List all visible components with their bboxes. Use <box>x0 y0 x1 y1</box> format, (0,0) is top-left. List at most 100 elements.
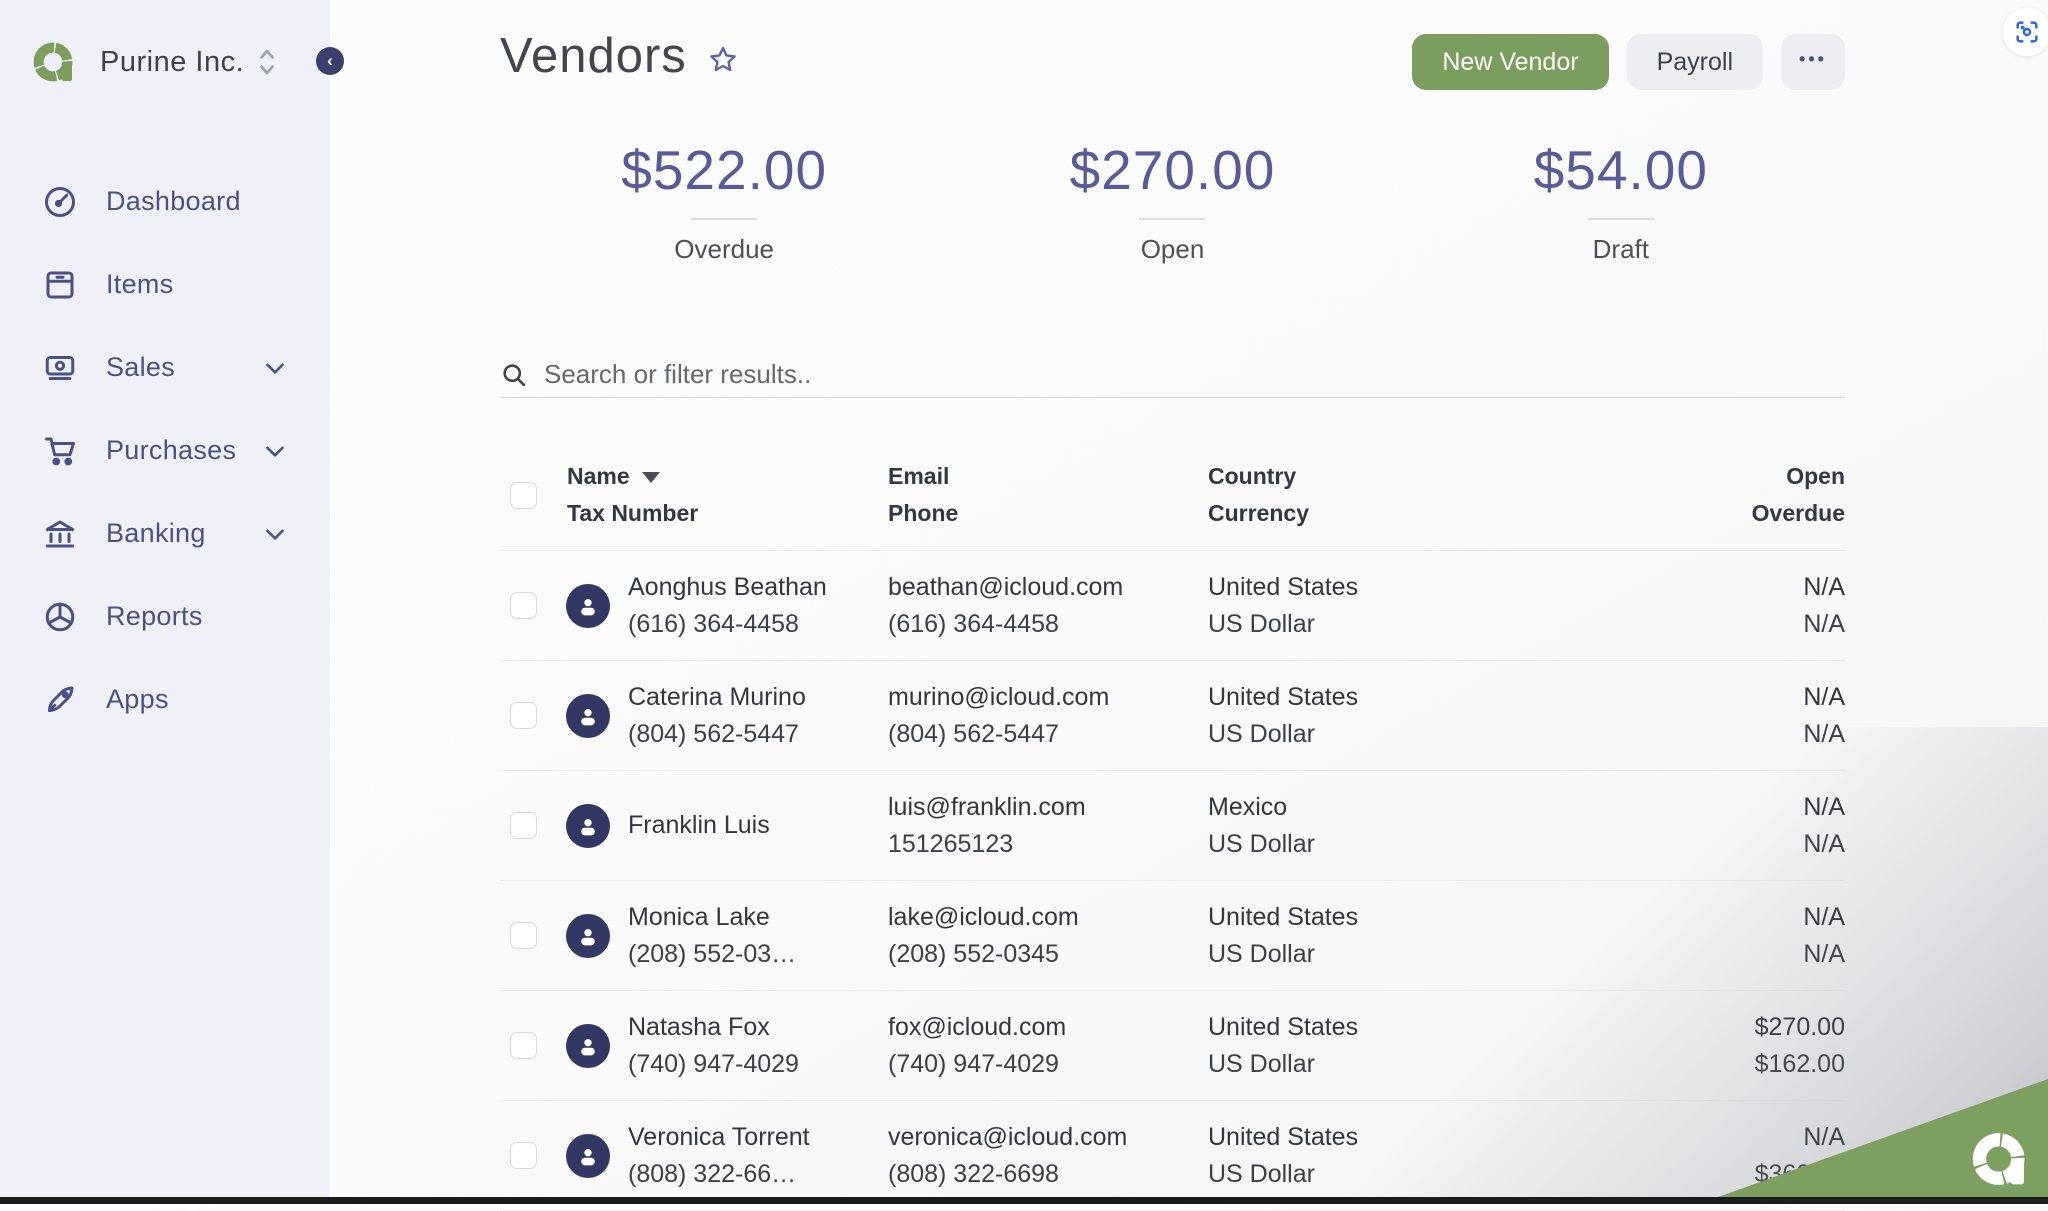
sidebar-item-reports[interactable]: Reports <box>0 575 330 658</box>
main-area: Vendors New Vendor Payroll ••• $522.00 O… <box>330 0 2048 1204</box>
favorite-star-icon[interactable] <box>707 44 739 76</box>
sidebar-item-purchases[interactable]: Purchases <box>0 409 330 492</box>
collapse-sidebar-button[interactable]: ‹ <box>316 47 344 75</box>
apps-icon <box>42 682 78 718</box>
column-header-email[interactable]: Email Phone <box>888 458 1208 532</box>
sidebar-item-label: Apps <box>106 684 169 715</box>
column-header-name[interactable]: Name Tax Number <box>552 458 888 532</box>
screenshot-button[interactable] <box>2003 8 2048 56</box>
company-selector[interactable]: Purine Inc. <box>30 32 330 92</box>
column-header-country[interactable]: Country Currency <box>1208 458 1625 532</box>
akaunting-watermark-icon <box>1968 1127 2032 1191</box>
stat-label: Draft <box>1397 234 1845 265</box>
chevron-left-icon: ‹ <box>327 51 333 71</box>
stat-amount: $522.00 <box>500 138 948 202</box>
chevron-down-icon[interactable] <box>262 521 288 547</box>
reports-icon <box>42 599 78 635</box>
person-icon <box>575 923 601 949</box>
stat-open: $270.00 Open <box>948 138 1396 265</box>
sidebar-item-label: Sales <box>106 352 175 383</box>
sidebar-item-items[interactable]: Items <box>0 243 330 326</box>
stat-label: Open <box>948 234 1396 265</box>
avatar <box>566 694 610 738</box>
row-checkbox[interactable] <box>510 1142 537 1169</box>
akaunting-logo-icon <box>30 38 78 86</box>
country-cell: United StatesUS Dollar <box>1208 1009 1625 1083</box>
row-checkbox[interactable] <box>510 812 537 839</box>
stat-overdue: $522.00 Overdue <box>500 138 948 265</box>
amounts-cell: N/AN/A <box>1625 679 1845 753</box>
sort-caret-icon <box>642 472 660 483</box>
table-header-row: Name Tax Number Email Phone Country Curr… <box>500 442 1845 551</box>
sidebar-item-dashboard[interactable]: Dashboard <box>0 160 330 243</box>
vendors-table: Name Tax Number Email Phone Country Curr… <box>500 442 1845 1211</box>
email-cell: beathan@icloud.com(616) 364-4458 <box>888 569 1208 643</box>
purchases-icon <box>42 433 78 469</box>
name-cell: Franklin Luis <box>628 807 888 844</box>
company-switch-icon[interactable] <box>256 46 278 78</box>
avatar <box>566 584 610 628</box>
avatar <box>566 1024 610 1068</box>
stat-divider <box>691 218 757 220</box>
banking-icon <box>42 516 78 552</box>
table-row[interactable]: Caterina Murino(804) 562-5447 murino@icl… <box>500 661 1845 771</box>
column-header-open[interactable]: Open Overdue <box>1625 458 1845 532</box>
search-bar <box>500 352 1845 398</box>
row-checkbox[interactable] <box>510 922 537 949</box>
avatar <box>566 804 610 848</box>
person-icon <box>575 1143 601 1169</box>
select-all-checkbox[interactable] <box>510 482 537 509</box>
sidebar-item-label: Items <box>106 269 174 300</box>
sidebar-item-apps[interactable]: Apps <box>0 658 330 741</box>
row-checkbox[interactable] <box>510 702 537 729</box>
sidebar-item-sales[interactable]: Sales <box>0 326 330 409</box>
payroll-button[interactable]: Payroll <box>1627 34 1763 90</box>
sidebar: Purine Inc. ‹ Dashboard Items <box>0 0 330 1204</box>
chevron-down-icon[interactable] <box>262 438 288 464</box>
ellipsis-icon: ••• <box>1799 49 1827 70</box>
sidebar-nav: Dashboard Items Sales <box>0 160 330 741</box>
stat-amount: $54.00 <box>1397 138 1845 202</box>
screenshot-icon <box>2013 18 2041 46</box>
country-cell: MexicoUS Dollar <box>1208 789 1625 863</box>
amounts-cell: $270.00$162.00 <box>1625 1009 1845 1083</box>
sidebar-item-banking[interactable]: Banking <box>0 492 330 575</box>
stat-amount: $270.00 <box>948 138 1396 202</box>
person-icon <box>575 813 601 839</box>
amounts-cell: N/AN/A <box>1625 569 1845 643</box>
table-row[interactable]: Aonghus Beathan(616) 364-4458 beathan@ic… <box>500 551 1845 661</box>
search-input[interactable] <box>544 359 1444 390</box>
amounts-cell: N/AN/A <box>1625 789 1845 863</box>
table-row[interactable]: Monica Lake(208) 552-03… lake@icloud.com… <box>500 881 1845 991</box>
row-checkbox[interactable] <box>510 592 537 619</box>
name-cell: Aonghus Beathan(616) 364-4458 <box>628 569 888 643</box>
table-row[interactable]: Franklin Luis luis@franklin.com151265123… <box>500 771 1845 881</box>
name-cell: Veronica Torrent(808) 322-66… <box>628 1119 888 1193</box>
sidebar-item-label: Purchases <box>106 435 236 466</box>
name-cell: Natasha Fox(740) 947-4029 <box>628 1009 888 1083</box>
company-name: Purine Inc. <box>100 46 244 79</box>
row-checkbox[interactable] <box>510 1032 537 1059</box>
window-bottom-edge <box>0 1197 2048 1204</box>
email-cell: veronica@icloud.com(808) 322-6698 <box>888 1119 1208 1193</box>
stat-divider <box>1139 218 1205 220</box>
stat-label: Overdue <box>500 234 948 265</box>
country-cell: United StatesUS Dollar <box>1208 679 1625 753</box>
new-vendor-button[interactable]: New Vendor <box>1412 34 1608 90</box>
more-actions-button[interactable]: ••• <box>1781 34 1845 90</box>
person-icon <box>575 1033 601 1059</box>
summary-stats: $522.00 Overdue $270.00 Open $54.00 Draf… <box>500 138 1845 265</box>
avatar <box>566 1134 610 1178</box>
person-icon <box>575 593 601 619</box>
table-row[interactable]: Veronica Torrent(808) 322-66… veronica@i… <box>500 1101 1845 1211</box>
country-cell: United StatesUS Dollar <box>1208 899 1625 973</box>
items-icon <box>42 267 78 303</box>
sidebar-item-label: Reports <box>106 601 203 632</box>
name-cell: Caterina Murino(804) 562-5447 <box>628 679 888 753</box>
email-cell: fox@icloud.com(740) 947-4029 <box>888 1009 1208 1083</box>
table-row[interactable]: Natasha Fox(740) 947-4029 fox@icloud.com… <box>500 991 1845 1101</box>
country-cell: United StatesUS Dollar <box>1208 1119 1625 1193</box>
chevron-down-icon[interactable] <box>262 355 288 381</box>
sidebar-item-label: Dashboard <box>106 186 241 217</box>
header-actions: New Vendor Payroll ••• <box>1412 34 1845 90</box>
